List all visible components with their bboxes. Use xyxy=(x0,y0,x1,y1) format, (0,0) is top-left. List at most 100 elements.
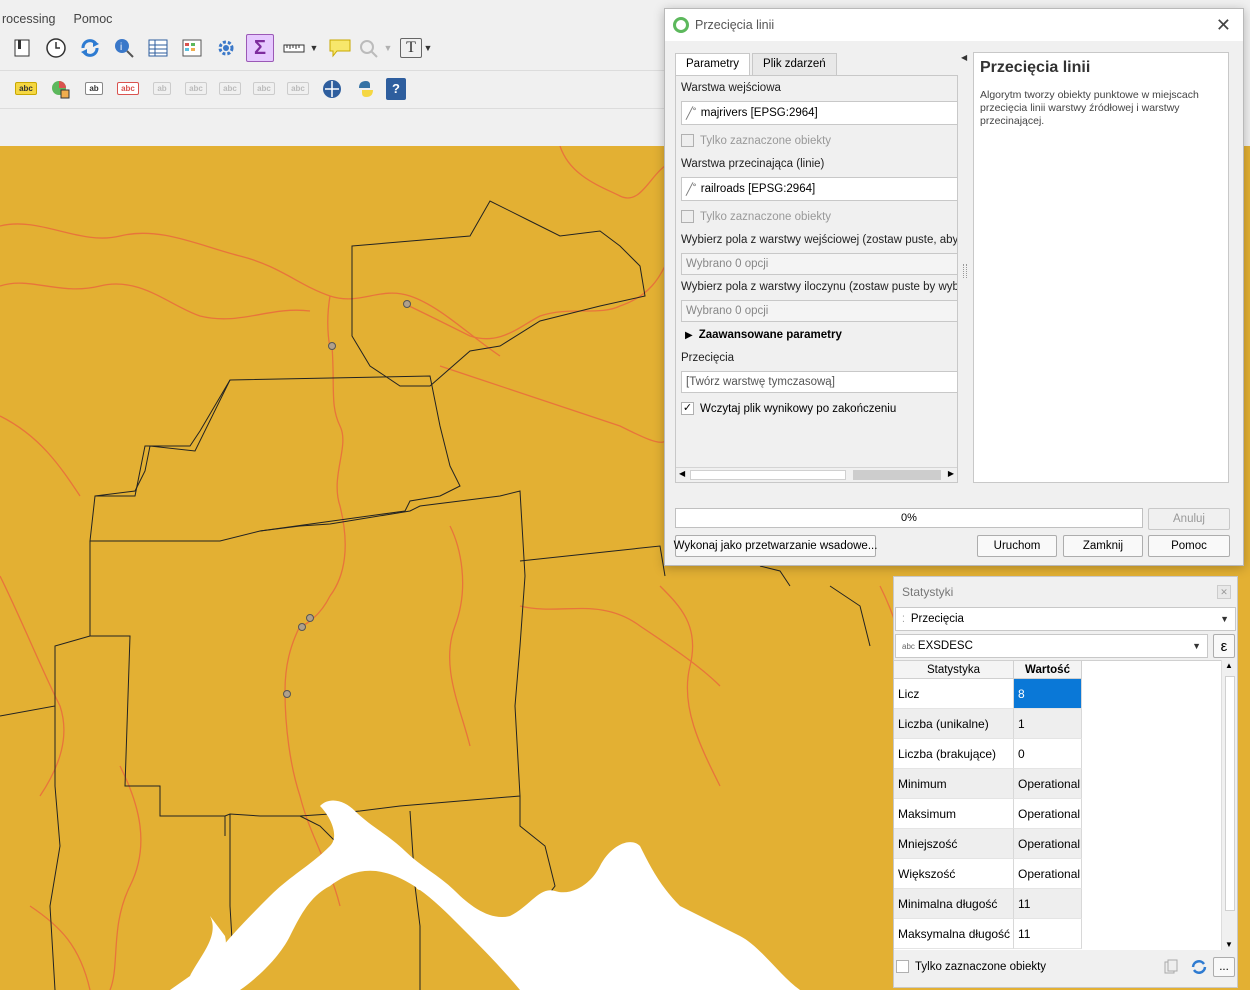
statistics-title: Statystyki xyxy=(902,585,954,599)
collapse-arrow-icon[interactable]: ◀ xyxy=(961,53,967,62)
horizontal-scrollbar[interactable]: ◀ ▶ xyxy=(676,467,957,482)
statistic-value[interactable]: 1 xyxy=(1014,709,1082,739)
statistic-name: Minimum xyxy=(894,769,1014,799)
scrollbar-thumb[interactable] xyxy=(690,470,846,480)
plugin-icon[interactable] xyxy=(318,75,346,103)
statistic-value[interactable]: Operational xyxy=(1014,859,1082,889)
layer-combo[interactable]: ⁚ Przecięcia ▼ xyxy=(895,607,1236,631)
input-fields-select[interactable]: Wybrano 0 opcji xyxy=(681,253,957,275)
identify-icon[interactable]: i xyxy=(110,34,138,62)
tab-log[interactable]: Plik zdarzeń xyxy=(752,53,837,75)
menu-processing[interactable]: rocessing xyxy=(0,12,58,26)
help-panel: Przecięcia linii Algorytm tworzy obiekty… xyxy=(973,52,1229,483)
table-row[interactable]: Maksymalna długość 11 xyxy=(894,919,1082,949)
tab-parameters[interactable]: Parametry xyxy=(675,53,751,77)
vertical-scrollbar[interactable]: ▲ ▼ xyxy=(1221,660,1237,950)
dialog-titlebar: Przecięcia linii xyxy=(665,9,1243,41)
table-row[interactable]: Mniejszość Operational xyxy=(894,829,1082,859)
chevron-down-icon[interactable]: ▼ xyxy=(422,34,434,62)
help-button[interactable]: Pomoc xyxy=(1148,535,1230,557)
chevron-down-icon: ▼ xyxy=(383,43,393,53)
selected-only-checkbox-1[interactable]: Tylko zaznaczone obiekty xyxy=(681,134,831,147)
selected-only-label-1: Tylko zaznaczone obiekty xyxy=(700,134,832,147)
statistic-name: Liczba (brakujące) xyxy=(894,739,1014,769)
statistics-sigma-icon[interactable]: Σ xyxy=(246,34,274,62)
scroll-down-icon[interactable]: ▼ xyxy=(1225,940,1233,949)
help-icon[interactable]: ? xyxy=(386,77,406,100)
bookmark-icon[interactable] xyxy=(8,34,36,62)
table-row[interactable]: Maksimum Operational xyxy=(894,799,1082,829)
clock-icon[interactable] xyxy=(42,34,70,62)
field-calculator-icon[interactable] xyxy=(178,34,206,62)
scroll-left-icon[interactable]: ◀ xyxy=(679,469,685,478)
run-button[interactable]: Uruchom xyxy=(977,535,1057,557)
intersection-points xyxy=(283,300,411,698)
close-button[interactable]: Zamknij xyxy=(1063,535,1143,557)
batch-process-button[interactable]: Wykonaj jako przetwarzanie wsadowe... xyxy=(674,535,877,557)
table-row[interactable]: Liczba (unikalne) 1 xyxy=(894,709,1082,739)
measure-icon[interactable] xyxy=(280,34,308,62)
statistic-value[interactable]: Operational xyxy=(1014,769,1082,799)
rotate-label-icon: abc xyxy=(182,75,210,103)
statistic-value[interactable]: 8 xyxy=(1014,679,1082,709)
advanced-parameters-toggle[interactable]: ▶ Zaawansowane parametry xyxy=(685,329,842,341)
statistic-value[interactable]: Operational xyxy=(1014,829,1082,859)
selected-only-checkbox[interactable]: Tylko zaznaczone obiekty xyxy=(896,960,1046,973)
statistic-value[interactable]: Operational xyxy=(1014,799,1082,829)
close-icon[interactable]: ✕ xyxy=(1216,15,1231,36)
hide-label-icon[interactable]: abc xyxy=(114,75,142,103)
expression-button[interactable]: ε xyxy=(1213,634,1235,658)
table-row[interactable]: Minimalna długość 11 xyxy=(894,889,1082,919)
intersect-fields-select[interactable]: Wybrano 0 opcji xyxy=(681,300,957,322)
statistic-value[interactable]: 0 xyxy=(1014,739,1082,769)
scrollbar-thumb[interactable] xyxy=(1225,676,1235,911)
python-icon[interactable] xyxy=(352,75,380,103)
input-layer-label: Warstwa wejściowa xyxy=(681,82,781,94)
statistics-table: Statystyka Wartość Licz 8 Liczba (unikal… xyxy=(894,660,1222,950)
splitter-handle[interactable] xyxy=(963,264,967,278)
pin-label-icon[interactable]: ab xyxy=(80,75,108,103)
table-row[interactable]: Licz 8 xyxy=(894,679,1082,709)
gear-icon[interactable] xyxy=(212,34,240,62)
more-button[interactable]: ... xyxy=(1213,957,1235,977)
field-combo[interactable]: abc EXSDESC ▼ xyxy=(895,634,1208,658)
selected-only-checkbox-2[interactable]: Tylko zaznaczone obiekty xyxy=(681,210,831,223)
scroll-up-icon[interactable]: ▲ xyxy=(1225,661,1233,670)
refresh-icon[interactable] xyxy=(76,34,104,62)
annotation-icon[interactable] xyxy=(326,34,354,62)
column-header-statistic[interactable]: Statystyka xyxy=(894,661,1014,679)
attribute-table-icon[interactable] xyxy=(144,34,172,62)
table-row[interactable]: Minimum Operational xyxy=(894,769,1082,799)
table-row[interactable]: Liczba (brakujące) 0 xyxy=(894,739,1082,769)
output-field[interactable]: [Twórz warstwę tymczasową] xyxy=(681,371,957,393)
input-fields-label: Wybierz pola z warstwy wejściowej (zosta… xyxy=(681,234,958,246)
label-properties-icon: abc xyxy=(250,75,278,103)
input-layer-combo[interactable]: ╱˚ majrivers [EPSG:2964] xyxy=(681,101,957,125)
copy-icon[interactable] xyxy=(1164,959,1178,978)
menu-help[interactable]: Pomoc xyxy=(72,12,115,26)
close-icon[interactable]: ✕ xyxy=(1217,585,1231,599)
intersect-layer-combo[interactable]: ╱˚ railroads [EPSG:2964] xyxy=(681,177,957,201)
cancel-button[interactable]: Anuluj xyxy=(1148,508,1230,530)
intersect-layer-value: railroads [EPSG:2964] xyxy=(700,183,816,195)
line-layer-icon: ╱˚ xyxy=(686,184,697,196)
text-annotation-icon[interactable]: T xyxy=(400,38,422,58)
statistic-value[interactable]: 11 xyxy=(1014,919,1082,949)
column-header-value[interactable]: Wartość xyxy=(1014,661,1082,679)
statistic-value[interactable]: 11 xyxy=(1014,889,1082,919)
zoom-disabled-icon xyxy=(354,34,382,62)
line-intersections-dialog: Przecięcia linii ✕ Parametry Plik zdarze… xyxy=(664,8,1244,566)
label-icon[interactable]: abc xyxy=(12,75,40,103)
output-label: Przecięcia xyxy=(681,352,735,364)
toolbar-labels: abc ab abc ab abc abc abc abc ? xyxy=(0,70,665,106)
chevron-down-icon[interactable]: ▼ xyxy=(308,34,320,62)
refresh-icon[interactable] xyxy=(1190,958,1208,979)
table-row[interactable]: Większość Operational xyxy=(894,859,1082,889)
progress-bar: 0% xyxy=(675,508,1143,528)
water-layer xyxy=(170,800,800,990)
open-output-checkbox[interactable]: ✓ Wczytaj plik wynikowy po zakończeniu xyxy=(681,402,896,415)
diagram-icon[interactable] xyxy=(46,75,74,103)
scroll-right-icon[interactable]: ▶ xyxy=(948,469,954,478)
text-field-icon: abc xyxy=(902,641,915,651)
statistic-name: Liczba (unikalne) xyxy=(894,709,1014,739)
